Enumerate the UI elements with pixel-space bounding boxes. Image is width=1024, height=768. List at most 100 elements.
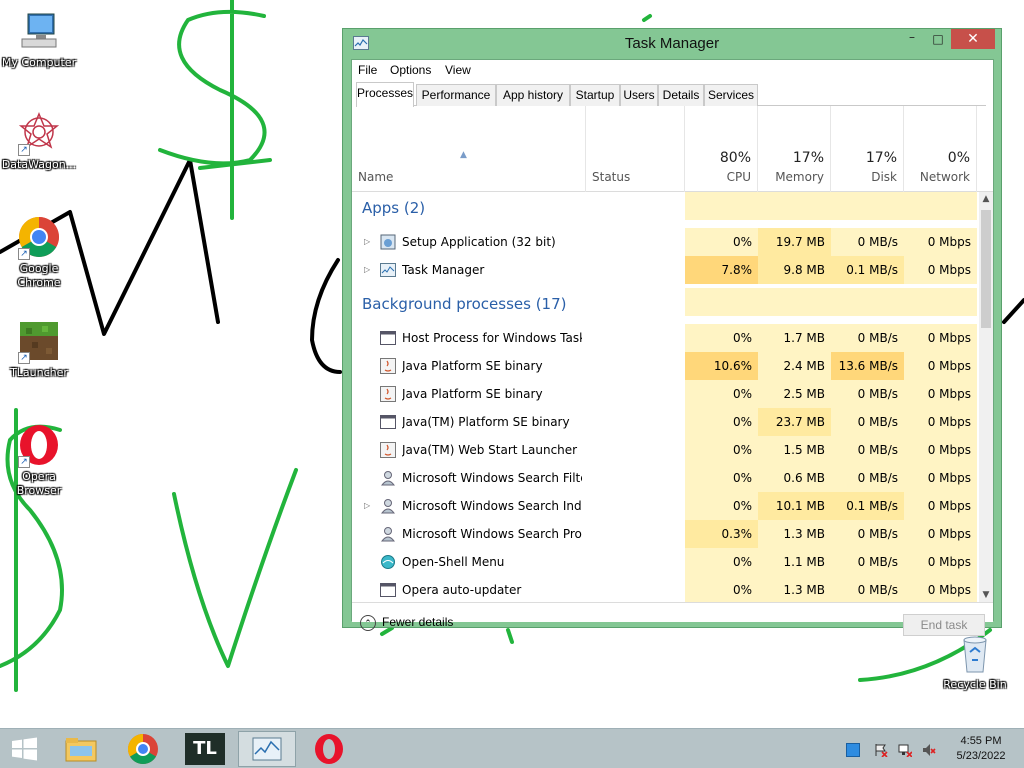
memory-total: 17%	[792, 150, 824, 166]
column-status[interactable]: Status	[586, 106, 685, 192]
file-explorer-icon	[65, 738, 97, 762]
taskbar-tlauncher[interactable]: TL	[176, 731, 234, 767]
taskbar-explorer[interactable]	[52, 731, 110, 767]
column-network[interactable]: 0% Network	[904, 106, 977, 192]
taskbar-taskmanager[interactable]	[238, 731, 296, 767]
end-task-button[interactable]: End task	[903, 614, 985, 636]
cpu-cell: 7.8%	[685, 256, 758, 284]
expand-arrow-icon[interactable]: ▷	[364, 265, 370, 274]
scroll-down-icon[interactable]: ▼	[979, 590, 993, 600]
notification-square-icon[interactable]	[846, 743, 860, 757]
desktop-icon-tlauncher[interactable]: ↗ TLauncher	[0, 318, 78, 380]
menu-view[interactable]: View	[445, 63, 471, 77]
scrollbar-thumb[interactable]	[981, 210, 991, 328]
process-row[interactable]: ▷ Microsoft Windows Search Inde... 0% 10.1 …	[352, 492, 979, 520]
disk-cell: 0.1 MB/s	[831, 492, 904, 520]
disk-cell: 13.6 MB/s	[831, 352, 904, 380]
group-title: Apps (2)	[362, 199, 426, 217]
taskbar-opera[interactable]	[300, 731, 358, 767]
disk-cell	[831, 192, 904, 220]
java-icon	[380, 358, 396, 374]
vertical-scrollbar[interactable]: ▲ ▼	[979, 192, 993, 602]
menu-file[interactable]: File	[358, 63, 377, 77]
memory-cell	[758, 192, 831, 220]
java-icon	[380, 386, 396, 402]
system-clock[interactable]: 4:55 PM 5/23/2022	[948, 734, 1014, 764]
doodle-green-top-tick	[642, 14, 652, 22]
process-row[interactable]: Open-Shell Menu 0% 1.1 MB 0 MB/s 0 Mbps	[352, 548, 979, 576]
desktop-icon-my-computer[interactable]: My Computer	[0, 8, 78, 70]
taskbar-chrome[interactable]	[114, 731, 172, 767]
close-button[interactable]: ✕	[951, 29, 995, 49]
process-row[interactable]: Java(TM) Web Start Launcher 0% 1.5 MB 0 MB/…	[352, 436, 979, 464]
java-icon	[380, 442, 396, 458]
process-row[interactable]: Microsoft Windows Search Filte... 0% 0.6 M…	[352, 464, 979, 492]
memory-cell: 1.7 MB	[758, 324, 831, 352]
desktop-icon-label: TLauncher	[10, 366, 68, 379]
cpu-cell: 0%	[685, 464, 758, 492]
tab-performance[interactable]: Performance	[416, 84, 496, 106]
cpu-cell	[685, 288, 758, 316]
windows-logo-icon	[12, 737, 37, 761]
process-row[interactable]: ▷ Setup Application (32 bit) 0% 19.7 MB 0 MB…	[352, 228, 979, 256]
datawagon-icon: ↗	[16, 110, 62, 156]
cpu-cell: 0%	[685, 576, 758, 602]
memory-cell: 19.7 MB	[758, 228, 831, 256]
maximize-button[interactable]: □	[925, 29, 951, 49]
group-title: Background processes (17)	[362, 295, 567, 313]
process-row[interactable]: ▷ Task Manager 7.8% 9.8 MB 0.1 MB/s 0 Mbps	[352, 256, 979, 284]
memory-cell: 2.4 MB	[758, 352, 831, 380]
action-center-flag-icon[interactable]	[874, 743, 888, 758]
process-name: Microsoft Windows Search Inde...	[402, 499, 582, 513]
doodle-green-v	[172, 468, 298, 668]
process-row[interactable]: Opera auto-updater 0% 1.3 MB 0 MB/s 0 Mbps	[352, 576, 979, 602]
process-name: Task Manager	[402, 263, 485, 277]
shortcut-arrow-icon: ↗	[18, 248, 30, 260]
column-cpu[interactable]: 80% CPU	[685, 106, 758, 192]
recycle-bin-icon	[952, 630, 998, 676]
process-row[interactable]: Host Process for Windows Tasks 0% 1.7 MB 0 …	[352, 324, 979, 352]
column-memory[interactable]: 17% Memory	[758, 106, 831, 192]
process-row[interactable]: Java(TM) Platform SE binary 0% 23.7 MB 0 MB…	[352, 408, 979, 436]
cpu-cell: 0%	[685, 436, 758, 464]
search-service-icon	[380, 498, 396, 514]
memory-cell: 23.7 MB	[758, 408, 831, 436]
expand-arrow-icon[interactable]: ▷	[364, 237, 370, 246]
desktop-icon-opera[interactable]: ↗ Opera Browser	[0, 422, 78, 498]
group-header[interactable]: Apps (2)	[352, 192, 979, 220]
fewer-details-button[interactable]: ⌃ Fewer details	[360, 615, 453, 631]
window-icon	[380, 330, 396, 346]
memory-cell: 2.5 MB	[758, 380, 831, 408]
menu-bar: File Options View	[352, 60, 993, 82]
tab-startup[interactable]: Startup	[570, 84, 620, 106]
process-row[interactable]: Java Platform SE binary 10.6% 2.4 MB 13.6 M…	[352, 352, 979, 380]
tab-services[interactable]: Services	[704, 84, 758, 106]
tab-users[interactable]: Users	[620, 84, 658, 106]
process-row[interactable]: Java Platform SE binary 0% 2.5 MB 0 MB/s 0 M…	[352, 380, 979, 408]
expand-arrow-icon[interactable]: ▷	[364, 501, 370, 510]
cpu-cell: 0.3%	[685, 520, 758, 548]
column-cpu-label: CPU	[726, 170, 751, 184]
group-header[interactable]: Background processes (17)	[352, 288, 979, 316]
disk-cell: 0 MB/s	[831, 464, 904, 492]
start-button[interactable]	[0, 731, 58, 767]
process-row[interactable]: Microsoft Windows Search Prot... 0.3% 1.3 …	[352, 520, 979, 548]
desktop-icon-chrome[interactable]: ↗ Google Chrome	[0, 214, 78, 290]
volume-muted-icon[interactable]	[922, 743, 936, 757]
menu-options[interactable]: Options	[390, 63, 431, 77]
network-icon[interactable]	[898, 743, 913, 758]
network-cell: 0 Mbps	[904, 324, 977, 352]
desktop-icon-datawagon[interactable]: ↗ DataWagon...	[0, 110, 78, 172]
desktop-icon-recycle-bin[interactable]: Recycle Bin	[936, 630, 1014, 692]
column-disk[interactable]: 17% Disk	[831, 106, 904, 192]
window-icon	[380, 582, 396, 598]
title-bar[interactable]: Task Manager – □ ✕	[343, 29, 1001, 59]
setup-icon	[380, 234, 396, 250]
column-name[interactable]: ▲ Name	[352, 106, 586, 192]
tab-processes[interactable]: Processes	[356, 82, 414, 107]
scroll-up-icon[interactable]: ▲	[979, 194, 993, 204]
minimize-button[interactable]: –	[899, 29, 925, 49]
tab-app-history[interactable]: App history	[496, 84, 570, 106]
tab-details[interactable]: Details	[658, 84, 704, 106]
process-name: Microsoft Windows Search Filte...	[402, 471, 582, 485]
